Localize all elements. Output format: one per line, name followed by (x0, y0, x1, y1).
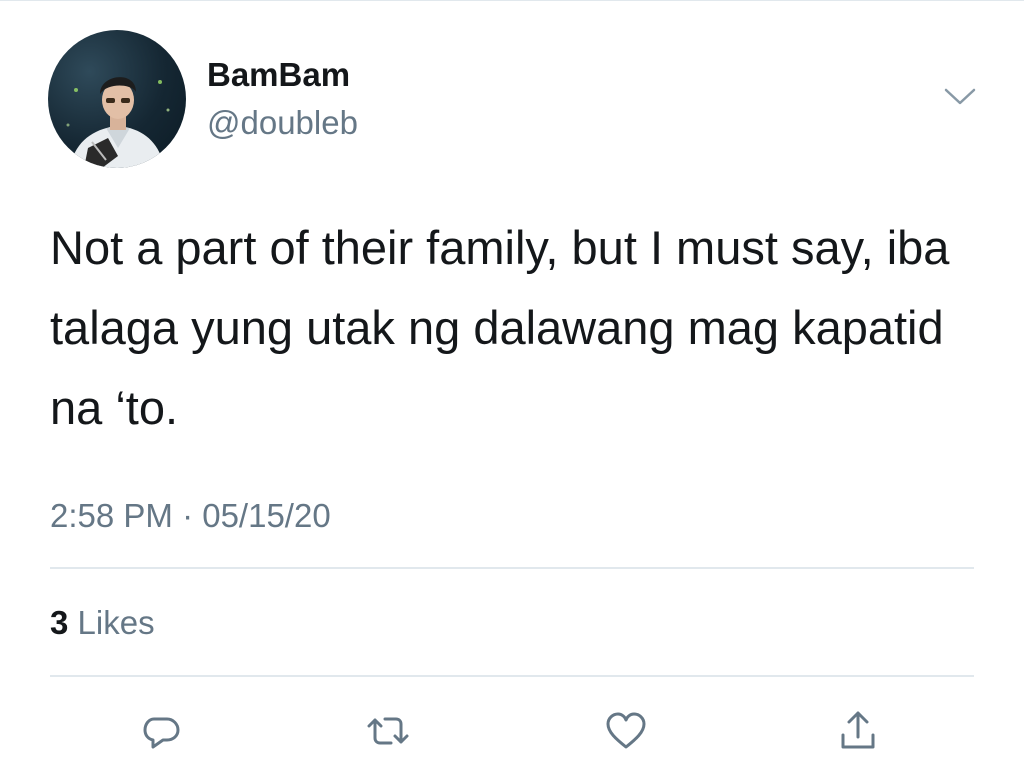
divider (50, 567, 974, 569)
divider (50, 675, 974, 677)
retweet-button[interactable] (365, 708, 411, 754)
like-button[interactable] (603, 708, 649, 754)
author-handle[interactable]: @doubleb (207, 104, 358, 142)
like-icon (606, 712, 646, 749)
avatar[interactable] (48, 30, 186, 168)
tweet-text: Not a part of their family, but I must s… (50, 221, 950, 434)
likes-stat[interactable]: 3 Likes (50, 603, 155, 643)
tweet-timestamp[interactable]: 2:58 PM · 05/15/20 (50, 496, 331, 536)
top-divider (0, 0, 1024, 1)
chevron-down-icon[interactable] (942, 84, 978, 108)
share-button[interactable] (835, 708, 881, 754)
likes-label: Likes (77, 604, 155, 641)
author-display-name[interactable]: BamBam (207, 56, 350, 94)
share-icon (841, 711, 875, 749)
avatar-photo (66, 77, 170, 168)
reply-icon (143, 717, 180, 749)
likes-count: 3 (50, 604, 69, 641)
reply-button[interactable] (139, 708, 185, 754)
retweet-icon (367, 717, 409, 745)
